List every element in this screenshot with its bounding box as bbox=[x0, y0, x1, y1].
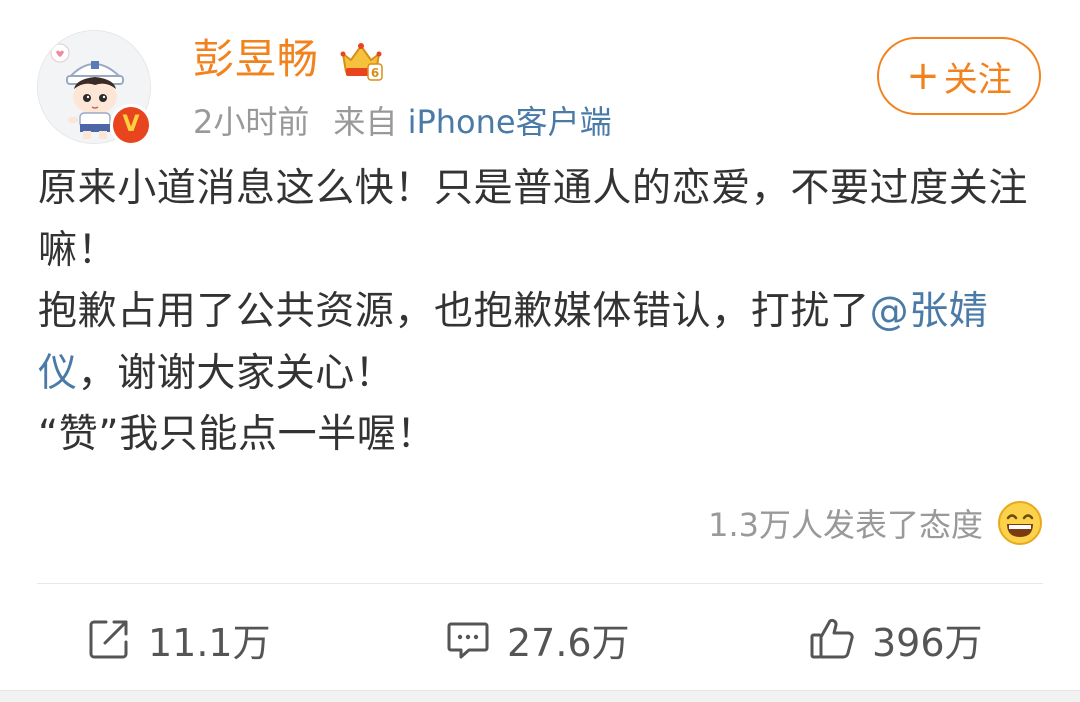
post-meta: 2小时前 来自 iPhone客户端 bbox=[193, 100, 612, 144]
comment-icon bbox=[447, 622, 489, 659]
source-prefix: 来自 bbox=[333, 103, 398, 141]
bottom-separator bbox=[0, 690, 1080, 702]
author-name[interactable]: 彭昱畅 bbox=[193, 34, 319, 84]
follow-button[interactable]: + 关注 bbox=[877, 37, 1041, 115]
comment-count: 27.6万 bbox=[507, 620, 630, 665]
repost-count: 11.1万 bbox=[148, 620, 271, 665]
content-line-2: 抱歉占用了公共资源，也抱歉媒体错认，打扰了@张婧仪，谢谢大家关心！ bbox=[38, 281, 1043, 404]
divider bbox=[37, 583, 1043, 584]
repost-icon bbox=[89, 620, 128, 659]
repost-button[interactable]: 11.1万 bbox=[86, 604, 271, 674]
like-count: 396万 bbox=[872, 620, 983, 665]
follow-label: 关注 bbox=[943, 59, 1012, 100]
thumbs-up-icon bbox=[810, 618, 854, 659]
content-line-2-text: 抱歉占用了公共资源，也抱歉媒体错认，打扰了 bbox=[38, 289, 870, 334]
content-line-3: “赞”我只能点一半喔！ bbox=[38, 412, 437, 457]
content-line-1: 原来小道消息这么快！只是普通人的恋爱，不要过度关注嘛！ bbox=[38, 166, 1029, 273]
comment-button[interactable]: 27.6万 bbox=[445, 604, 630, 674]
post-time: 2小时前 bbox=[193, 103, 310, 141]
reactions-summary[interactable]: 1.3万人发表了态度 bbox=[708, 500, 1043, 546]
content-line-2-tail: ，谢谢大家关心！ bbox=[77, 350, 395, 396]
plus-icon: + bbox=[906, 53, 940, 99]
laughing-emoji-icon bbox=[998, 501, 1042, 545]
verified-v-icon: V bbox=[110, 104, 152, 146]
vip-level: 6 bbox=[371, 66, 379, 80]
post-content: 原来小道消息这么快！只是普通人的恋爱，不要过度关注嘛！ 抱歉占用了公共资源，也抱… bbox=[38, 158, 1043, 466]
crown-vip-icon[interactable]: 6 bbox=[338, 38, 384, 82]
reactions-count: 1.3万人发表了态度 bbox=[708, 506, 983, 544]
weibo-post: V 彭昱畅 6 2小时前 来自 iPhone客户端 + 关注 原来小道消息这么快！只… bbox=[0, 0, 1080, 702]
action-bar: 11.1万 27.6万 396万 bbox=[0, 604, 1080, 674]
source-link[interactable]: iPhone客户端 bbox=[408, 103, 612, 141]
like-button[interactable]: 396万 bbox=[808, 604, 983, 674]
verified-badge-letter: V bbox=[113, 107, 149, 143]
